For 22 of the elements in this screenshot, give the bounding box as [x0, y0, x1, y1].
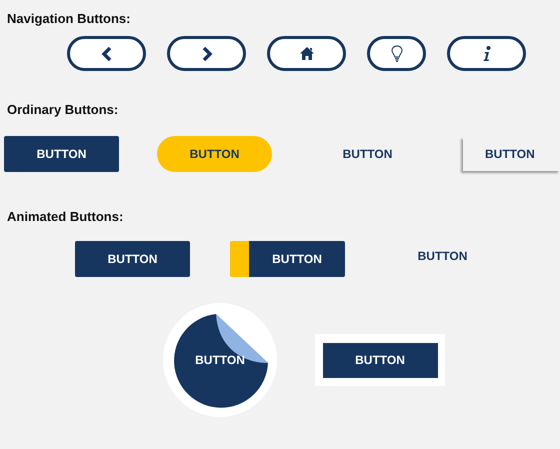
button[interactable]: BUTTON	[463, 137, 560, 171]
section-heading: Animated Buttons:	[6, 210, 124, 223]
nav-button[interactable]	[167, 36, 246, 71]
button[interactable]: BUTTON	[310, 136, 425, 172]
button[interactable]: BUTTON	[157, 136, 272, 172]
section-heading: Ordinary Buttons:	[6, 103, 120, 116]
nav-button[interactable]	[447, 36, 526, 71]
button[interactable]: BUTTON	[230, 241, 345, 277]
button[interactable]: BUTTON	[75, 241, 190, 277]
chevron-right-icon	[200, 46, 212, 60]
info-icon	[482, 46, 492, 62]
nav-button[interactable]	[67, 36, 146, 71]
section-heading: Navigation Buttons:	[6, 12, 132, 25]
chevron-left-icon	[100, 46, 112, 60]
button[interactable]: BUTTON	[385, 238, 500, 274]
sticker-button[interactable]: BUTTON	[163, 303, 277, 417]
home-icon	[300, 47, 314, 60]
button[interactable]: BUTTON	[4, 136, 119, 172]
button[interactable]: BUTTON	[322, 342, 438, 378]
nav-button[interactable]	[367, 36, 426, 71]
lightbulb-icon	[390, 44, 402, 62]
nav-button[interactable]	[267, 36, 346, 71]
